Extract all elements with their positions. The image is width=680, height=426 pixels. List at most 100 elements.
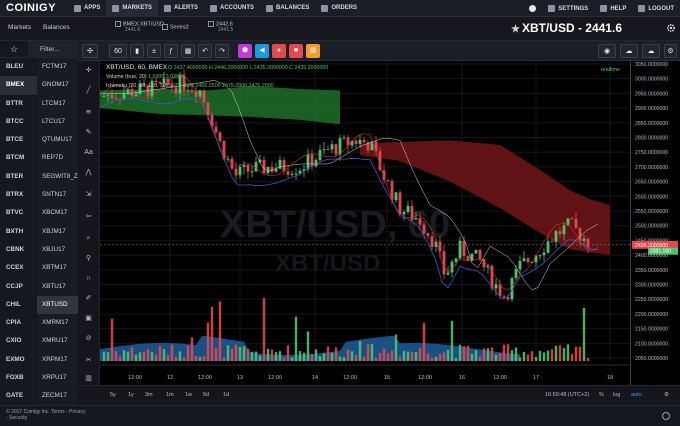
projection-icon[interactable]: ⇲ [83,189,94,200]
indicators-button[interactable]: ƒ [164,44,178,58]
gear-icon[interactable] [666,23,676,33]
legend-main-row[interactable]: XBT/USD, 60, BMEX [106,64,167,71]
exchange-item[interactable]: CBNK [0,241,37,259]
exchange-item[interactable]: EXMO [0,351,37,369]
hexagon-button[interactable]: ⬢ [238,44,252,58]
exchange-item[interactable]: BTER [0,168,37,186]
cloud-down-button[interactable]: ☁ [642,44,660,58]
nav-logout[interactable]: LOGOUT [632,0,680,17]
nav-balances[interactable]: BALANCES [260,0,315,17]
exchange-item[interactable]: CPIA [0,314,37,332]
market-item[interactable]: ZECM17 [37,387,78,405]
market-item[interactable]: XBCM17 [37,204,78,222]
measure-icon[interactable]: ⚲ [83,253,94,264]
market-item[interactable]: LTCU17 [37,113,78,131]
compare-button[interactable]: ± [147,44,161,58]
scissors-icon[interactable]: ✂ [83,355,94,366]
market-item[interactable]: QTUMU17 [37,131,78,149]
market-item[interactable]: GNOM17 [37,76,78,94]
chart-settings-button[interactable]: ⚙ [664,44,677,58]
legend-ichimoku-row[interactable]: Ichimoku (20, 60, 120, 30) 2375.4000 245… [106,83,274,89]
market-item[interactable]: XRPM17 [37,351,78,369]
interval-button[interactable]: 60 [109,44,127,58]
arrow-icon[interactable]: ⇦ [83,211,94,222]
nav-apps[interactable]: APPS [68,0,106,17]
timeframe-3m[interactable]: 3m [145,392,153,398]
trendline-icon[interactable]: ╱ [83,85,94,96]
legend-ohlc-row[interactable]: O 2437.4000000 H 2446.2000000 L 2435.200… [168,65,328,71]
brush-icon[interactable]: ✎ [83,127,94,138]
legend-volume-row[interactable]: Volume (true, 20) 1.6906 3.0286K [106,74,186,80]
text-icon[interactable]: Aa [83,147,94,158]
nav-orders[interactable]: ORDERS [315,0,363,17]
nav-settings[interactable]: SETTINGS [542,0,594,17]
timeframe-1d[interactable]: 1d [223,392,229,398]
scale-log-toggle[interactable]: log [613,392,620,398]
exchange-item[interactable]: BTVC [0,204,37,222]
fib-icon[interactable]: ≋ [83,107,94,118]
chart-tab-3[interactable]: 2442.6 2441.5 [208,21,233,33]
nav-accounts[interactable]: ACCOUNTS [204,0,260,17]
exchange-item[interactable]: BTTR [0,95,37,113]
scale-percent-toggle[interactable]: % [599,392,604,398]
timeframe-1m[interactable]: 1m [166,392,174,398]
chart-tab-1[interactable]: BMEX:XBT/USD 2441.6 [115,21,164,33]
timeframe-1y[interactable]: 1y [128,392,134,398]
help-circle-icon[interactable] [662,412,670,420]
exchange-item[interactable]: CXIO [0,332,37,350]
cursor-button[interactable]: ✣ [82,44,98,58]
exchange-item[interactable]: BTRX [0,186,37,204]
market-item[interactable]: XBTM17 [37,259,78,277]
market-item[interactable]: SEGWIT8_Z [37,168,78,186]
sun-toggle[interactable] [523,0,542,17]
market-item[interactable]: XBTU17 [37,278,78,296]
eye-icon[interactable]: ⊘ [83,333,94,344]
exchange-item[interactable]: BTCM [0,149,37,167]
exchange-item[interactable]: BTCE [0,131,37,149]
filter-input[interactable]: Filter... [28,40,78,58]
exchange-item[interactable]: FOXB [0,369,37,387]
megaphone-button[interactable]: ◀ [255,44,269,58]
magnet-icon[interactable]: ∩ [83,273,94,284]
exchange-item[interactable]: BXTH [0,223,37,241]
exchange-item[interactable]: CCJP [0,278,37,296]
exchange-item[interactable]: CCEX [0,259,37,277]
exchange-item[interactable]: GATE [0,387,37,405]
exchange-item[interactable]: CHIL [0,296,37,314]
grid-button[interactable]: ▦ [306,44,320,58]
exchange-item[interactable]: BLEU [0,58,37,76]
timeframe-1w[interactable]: 1w [185,392,192,398]
market-item[interactable]: XMRM17 [37,314,78,332]
timeframe-5y[interactable]: 5y [110,392,116,398]
favorite-star-icon[interactable]: ★ [511,24,520,35]
pencil-lock-icon[interactable]: ✐ [83,293,94,304]
camera-button[interactable]: ◉ [598,44,616,58]
stop-button[interactable]: ■ [289,44,303,58]
favorites-star-icon[interactable]: ☆ [0,44,28,55]
scale-auto-toggle[interactable]: auto [631,392,642,398]
nav-alerts[interactable]: ALERTS [158,0,204,17]
market-item[interactable]: XRPU17 [37,369,78,387]
market-item[interactable]: SNTN17 [37,186,78,204]
realtime-row[interactable]: realtime [601,67,620,73]
undo-button[interactable]: ↶ [198,44,212,58]
market-item[interactable]: LTCM17 [37,95,78,113]
nav-markets[interactable]: MARKETS [106,0,159,17]
bar-type-button[interactable]: ▮ [130,44,144,58]
gear-icon[interactable]: ⚙ [664,392,669,398]
zoom-icon[interactable]: ⌕ [83,233,94,244]
nav-help[interactable]: HELP [594,0,632,17]
exchange-item[interactable]: BTCC [0,113,37,131]
template-button[interactable]: ▦ [181,44,195,58]
pattern-icon[interactable]: ⋀ [83,167,94,178]
chart-tab-2[interactable]: Series2 [162,24,189,30]
tab-markets[interactable]: Markets [8,24,31,31]
market-item[interactable]: FCTM17 [37,58,78,76]
trash-icon[interactable]: ▥ [83,373,94,384]
market-item[interactable]: XBJU17 [37,241,78,259]
tab-balances[interactable]: Balances [43,24,70,31]
price-plot[interactable]: XBT/USD, 60 XBT/USD 12:00 12 12:00 13 12:00 14 1… [100,61,630,385]
record-button[interactable]: ● [272,44,286,58]
lock-icon[interactable]: ▣ [83,313,94,324]
market-item[interactable]: XMRU17 [37,332,78,350]
